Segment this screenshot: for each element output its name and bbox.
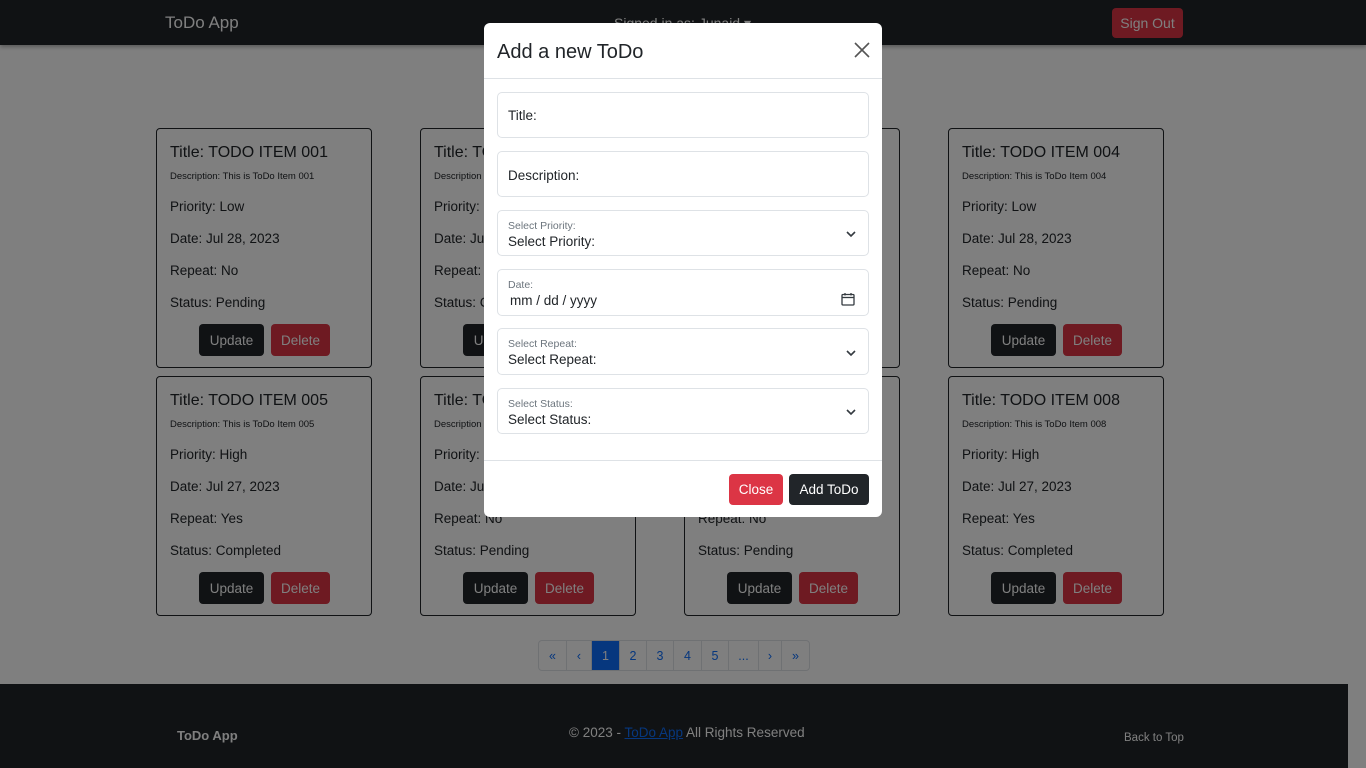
priority-select[interactable]: Select Priority: Select Priority:: [497, 210, 869, 256]
title-input-label: Title:: [508, 108, 537, 123]
date-input[interactable]: Date: mm / dd / yyyy: [497, 269, 869, 316]
description-input-label: Description:: [508, 168, 580, 183]
repeat-select-label: Select Repeat:: [508, 338, 577, 350]
modal-header: Add a new ToDo: [484, 23, 882, 79]
title-input[interactable]: Title:: [497, 92, 869, 138]
modal-title: Add a new ToDo: [497, 41, 644, 63]
priority-select-label: Select Priority:: [508, 220, 576, 232]
close-icon[interactable]: [852, 40, 872, 60]
date-input-value: mm / dd / yyyy: [510, 293, 598, 308]
chevron-down-icon: [846, 350, 856, 357]
calendar-icon[interactable]: [841, 292, 855, 306]
add-todo-button[interactable]: Add ToDo: [789, 474, 869, 505]
status-select-value: Select Status:: [508, 412, 592, 427]
close-button[interactable]: Close: [729, 474, 783, 505]
status-select-label: Select Status:: [508, 398, 573, 410]
add-todo-modal: Add a new ToDo Title: Description: Selec…: [484, 23, 882, 517]
priority-select-value: Select Priority:: [508, 234, 596, 249]
chevron-down-icon: [846, 231, 856, 238]
repeat-select-value: Select Repeat:: [508, 352, 597, 367]
chevron-down-icon: [846, 409, 856, 416]
modal-footer: Close Add ToDo: [484, 460, 882, 517]
status-select[interactable]: Select Status: Select Status:: [497, 388, 869, 434]
date-input-label: Date:: [508, 279, 534, 291]
description-input[interactable]: Description:: [497, 151, 869, 197]
repeat-select[interactable]: Select Repeat: Select Repeat:: [497, 328, 869, 375]
